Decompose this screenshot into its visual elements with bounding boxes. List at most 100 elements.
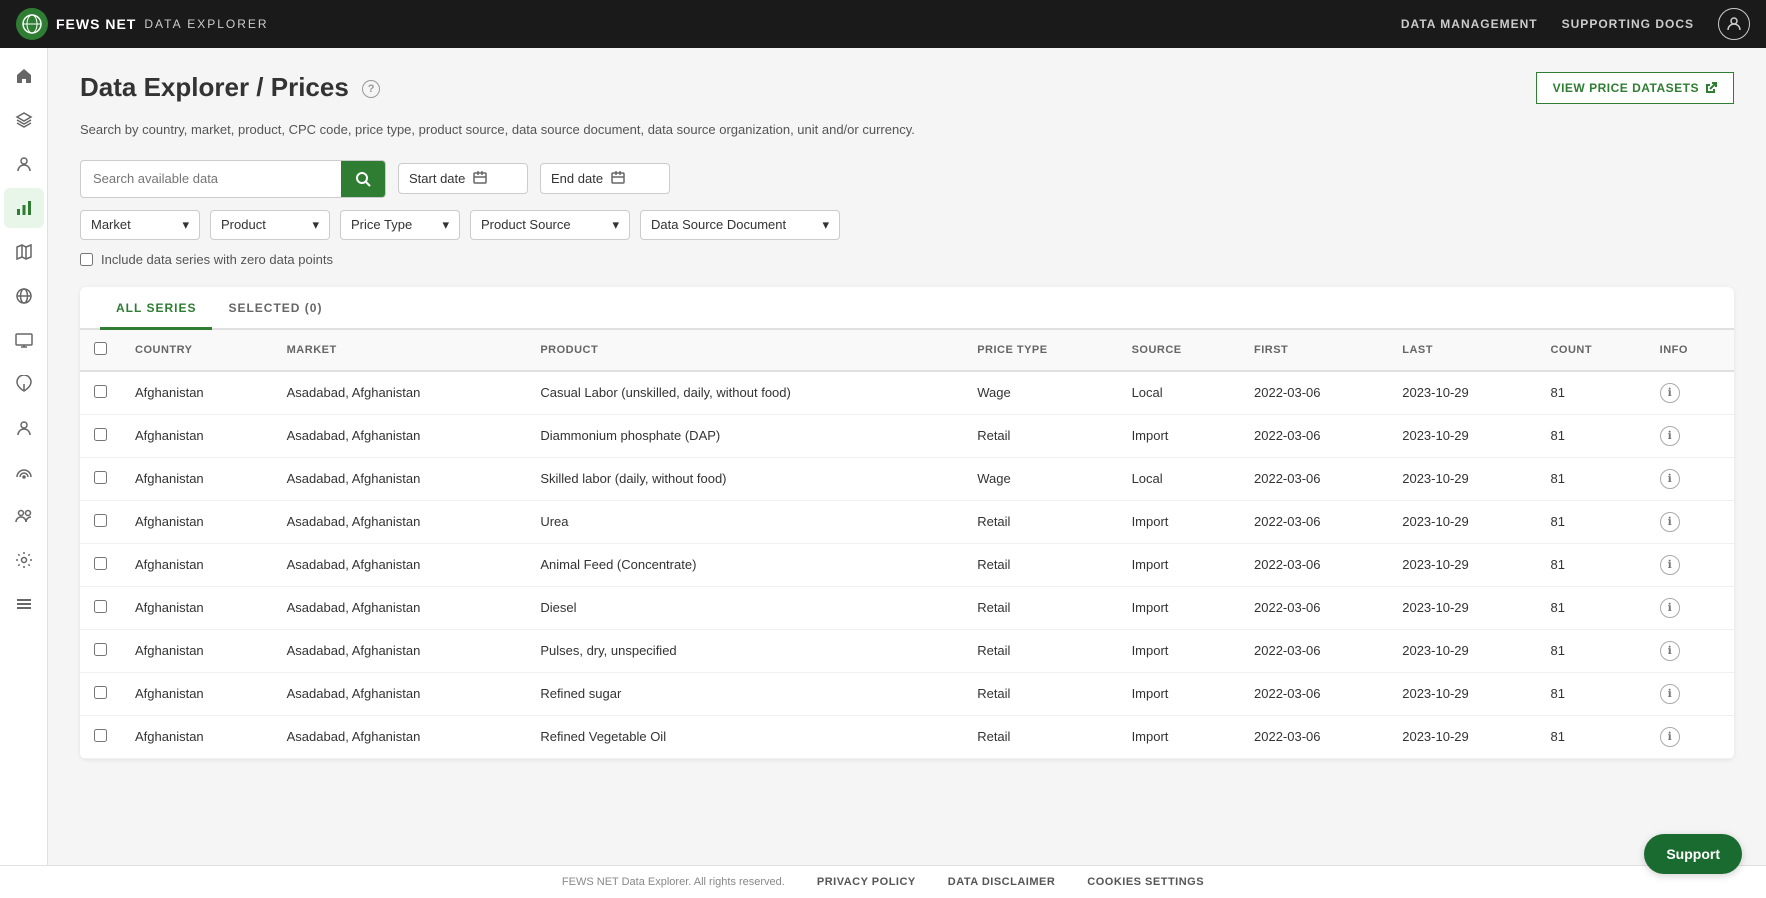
row-info: ℹ: [1646, 586, 1734, 629]
col-market: MARKET: [273, 330, 527, 371]
sidebar-item-chart[interactable]: [4, 188, 44, 228]
cookies-settings-link[interactable]: COOKIES SETTINGS: [1087, 876, 1204, 888]
help-icon[interactable]: ?: [362, 80, 380, 98]
supporting-docs-link[interactable]: SUPPORTING DOCS: [1562, 17, 1694, 31]
row-price-type: Retail: [963, 586, 1117, 629]
user-icon[interactable]: [1718, 8, 1750, 40]
info-icon[interactable]: ℹ: [1660, 641, 1680, 661]
row-checkbox[interactable]: [94, 686, 107, 699]
row-checkbox-cell: [80, 371, 121, 415]
row-checkbox[interactable]: [94, 600, 107, 613]
top-nav: FEWS NET DATA EXPLORER DATA MANAGEMENT S…: [0, 0, 1766, 48]
sidebar-item-globe[interactable]: [4, 276, 44, 316]
product-source-filter[interactable]: Product Source ▾: [470, 210, 630, 240]
info-icon[interactable]: ℹ: [1660, 469, 1680, 489]
main-content: Data Explorer / Prices ? VIEW PRICE DATA…: [48, 48, 1766, 865]
row-checkbox[interactable]: [94, 557, 107, 570]
market-filter[interactable]: Market ▾: [80, 210, 200, 240]
breadcrumb-root[interactable]: Data Explorer: [80, 72, 249, 102]
row-first: 2022-03-06: [1240, 629, 1388, 672]
row-checkbox[interactable]: [94, 471, 107, 484]
row-country: Afghanistan: [121, 672, 273, 715]
info-icon[interactable]: ℹ: [1660, 598, 1680, 618]
page-description: Search by country, market, product, CPC …: [80, 120, 1734, 140]
row-checkbox[interactable]: [94, 729, 107, 742]
table-row: Afghanistan Asadabad, Afghanistan Pulses…: [80, 629, 1734, 672]
sidebar-item-profile[interactable]: [4, 144, 44, 184]
row-market: Asadabad, Afghanistan: [273, 672, 527, 715]
market-chevron-icon: ▾: [182, 217, 189, 233]
product-filter-label: Product: [221, 217, 266, 232]
brand-name: FEWS NET: [56, 16, 136, 32]
info-icon[interactable]: ℹ: [1660, 727, 1680, 747]
privacy-policy-link[interactable]: PRIVACY POLICY: [817, 876, 916, 888]
sidebar-item-leaf[interactable]: [4, 364, 44, 404]
footer-copyright: FEWS NET Data Explorer. All rights reser…: [562, 876, 785, 888]
row-market: Asadabad, Afghanistan: [273, 414, 527, 457]
price-type-filter[interactable]: Price Type ▾: [340, 210, 460, 240]
row-count: 81: [1536, 543, 1645, 586]
sidebar: [0, 48, 48, 865]
row-source: Import: [1118, 414, 1240, 457]
sidebar-item-menu[interactable]: [4, 584, 44, 624]
sidebar-item-signal[interactable]: [4, 452, 44, 492]
tab-selected[interactable]: SELECTED (0): [212, 287, 338, 330]
col-last: LAST: [1388, 330, 1536, 371]
row-count: 81: [1536, 629, 1645, 672]
row-source: Import: [1118, 672, 1240, 715]
row-source: Import: [1118, 543, 1240, 586]
start-date-field[interactable]: Start date: [398, 163, 528, 194]
data-disclaimer-link[interactable]: DATA DISCLAIMER: [948, 876, 1056, 888]
price-type-filter-label: Price Type: [351, 217, 412, 232]
row-market: Asadabad, Afghanistan: [273, 715, 527, 758]
col-price-type: PRICE TYPE: [963, 330, 1117, 371]
zero-data-label[interactable]: Include data series with zero data point…: [101, 252, 333, 267]
row-first: 2022-03-06: [1240, 371, 1388, 415]
info-icon[interactable]: ℹ: [1660, 383, 1680, 403]
row-checkbox-cell: [80, 500, 121, 543]
row-count: 81: [1536, 715, 1645, 758]
row-country: Afghanistan: [121, 543, 273, 586]
product-chevron-icon: ▾: [312, 217, 319, 233]
sidebar-item-people[interactable]: [4, 496, 44, 536]
support-button[interactable]: Support: [1644, 834, 1742, 874]
data-management-link[interactable]: DATA MANAGEMENT: [1401, 17, 1538, 31]
sidebar-item-home[interactable]: [4, 56, 44, 96]
sidebar-item-person2[interactable]: [4, 408, 44, 448]
row-first: 2022-03-06: [1240, 414, 1388, 457]
data-source-doc-filter-label: Data Source Document: [651, 217, 786, 232]
row-checkbox-cell: [80, 672, 121, 715]
row-checkbox-cell: [80, 414, 121, 457]
sidebar-item-layers[interactable]: [4, 100, 44, 140]
search-input[interactable]: [81, 163, 341, 194]
row-price-type: Retail: [963, 543, 1117, 586]
sidebar-item-settings[interactable]: [4, 540, 44, 580]
table-row: Afghanistan Asadabad, Afghanistan Skille…: [80, 457, 1734, 500]
info-icon[interactable]: ℹ: [1660, 684, 1680, 704]
row-last: 2023-10-29: [1388, 629, 1536, 672]
select-all-checkbox[interactable]: [94, 342, 107, 355]
data-source-doc-filter[interactable]: Data Source Document ▾: [640, 210, 840, 240]
breadcrumb-sep: /: [249, 72, 271, 102]
product-filter[interactable]: Product ▾: [210, 210, 330, 240]
col-info: INFO: [1646, 330, 1734, 371]
info-icon[interactable]: ℹ: [1660, 555, 1680, 575]
tab-all-series[interactable]: ALL SERIES: [100, 287, 212, 330]
row-checkbox[interactable]: [94, 428, 107, 441]
row-product: Refined sugar: [526, 672, 963, 715]
row-checkbox[interactable]: [94, 385, 107, 398]
view-price-datasets-button[interactable]: VIEW PRICE DATASETS: [1536, 72, 1734, 104]
row-checkbox[interactable]: [94, 643, 107, 656]
info-icon[interactable]: ℹ: [1660, 426, 1680, 446]
sidebar-item-monitor[interactable]: [4, 320, 44, 360]
search-button[interactable]: [341, 161, 385, 197]
row-checkbox[interactable]: [94, 514, 107, 527]
sidebar-item-map[interactable]: [4, 232, 44, 272]
end-date-field[interactable]: End date: [540, 163, 670, 194]
row-info: ℹ: [1646, 500, 1734, 543]
zero-data-checkbox[interactable]: [80, 253, 93, 266]
info-icon[interactable]: ℹ: [1660, 512, 1680, 532]
row-country: Afghanistan: [121, 457, 273, 500]
data-source-doc-chevron-icon: ▾: [822, 217, 829, 233]
row-source: Import: [1118, 629, 1240, 672]
